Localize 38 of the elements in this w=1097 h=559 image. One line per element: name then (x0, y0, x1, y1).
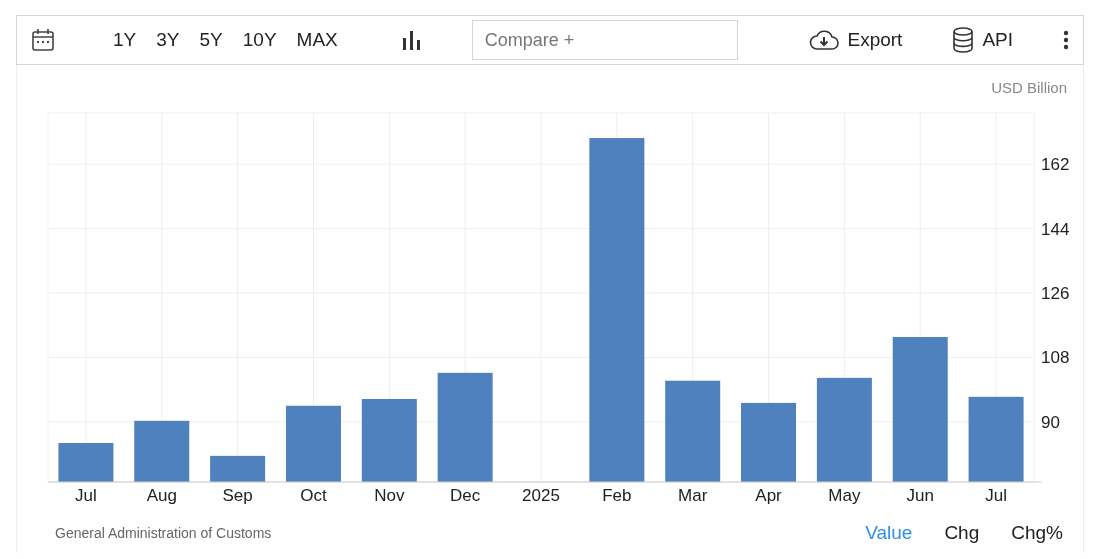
range-button[interactable]: 10Y (236, 25, 283, 55)
bar (134, 420, 190, 482)
unit-label: USD Billion (991, 79, 1067, 96)
x-tick-label: Jul (75, 486, 97, 505)
more-icon[interactable] (1063, 30, 1069, 50)
x-tick-label: Mar (678, 486, 708, 505)
x-tick-label: 2025 (522, 486, 560, 505)
y-tick-label: 108 (1041, 348, 1070, 368)
range-button[interactable]: 1Y (107, 25, 143, 55)
api-button[interactable]: API (946, 23, 1019, 57)
x-tick-label: Nov (374, 486, 405, 505)
x-tick-label: Dec (450, 486, 481, 505)
x-tick-label: Apr (755, 486, 782, 505)
mode-toggle[interactable]: Chg% (1011, 522, 1063, 544)
cloud-download-icon (809, 29, 840, 51)
x-tick-label: Aug (146, 486, 177, 505)
x-tick-label: Jun (906, 486, 934, 505)
bar-chart-icon[interactable] (401, 30, 422, 50)
source-text: General Administration of Customs (55, 525, 272, 541)
range-button[interactable]: MAX (290, 25, 344, 55)
y-tick-label: 162 (1041, 155, 1070, 175)
mode-toggle[interactable]: Chg (944, 522, 980, 544)
y-tick-label: 144 (1041, 219, 1070, 239)
bar (210, 455, 266, 482)
calendar-icon[interactable] (31, 28, 55, 52)
x-tick-label: Feb (602, 486, 632, 505)
export-button[interactable]: Export (803, 25, 909, 55)
range-button[interactable]: 5Y (193, 25, 229, 55)
bar (58, 443, 114, 482)
x-tick-label: May (828, 486, 861, 505)
range-button[interactable]: 3Y (150, 25, 186, 55)
y-tick-label: 126 (1041, 284, 1070, 304)
database-icon (952, 27, 975, 53)
x-tick-label: Jul (985, 486, 1007, 505)
compare-field[interactable]: Compare + (471, 20, 738, 60)
x-tick-label: Sep (222, 486, 253, 505)
x-tick-label: Oct (300, 486, 327, 505)
y-tick-label: 90 (1041, 412, 1060, 432)
